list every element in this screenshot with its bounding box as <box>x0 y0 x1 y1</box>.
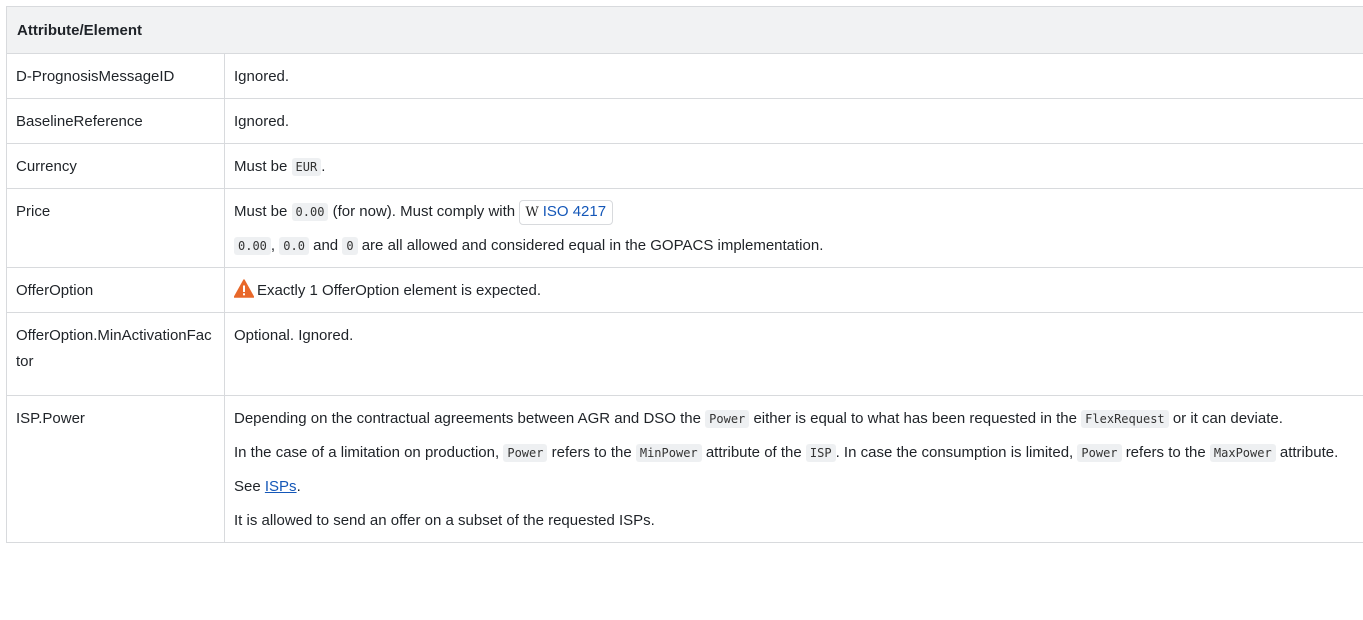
table-row: D-PrognosisMessageID Ignored. <box>6 53 1363 99</box>
code-value: FlexRequest <box>1081 410 1169 428</box>
attribute-name: OfferOption <box>6 267 225 313</box>
attribute-name: Currency <box>6 143 225 189</box>
table-row: Currency Must be EUR. <box>6 143 1363 189</box>
code-value: Power <box>503 444 548 462</box>
code-value: 0.0 <box>279 237 309 255</box>
attribute-name: D-PrognosisMessageID <box>6 53 225 99</box>
text-fragment: (for now). Must comply with <box>332 203 516 220</box>
text-fragment: either is equal to what has been request… <box>753 410 1077 427</box>
code-value: 0.00 <box>234 237 271 255</box>
text-fragment: Depending on the contractual agreements … <box>234 410 701 427</box>
code-value: MinPower <box>635 444 702 462</box>
warning-icon <box>234 279 254 298</box>
text-fragment: attribute. <box>1279 444 1339 461</box>
table-row: ISP.Power Depending on the contractual a… <box>6 395 1363 543</box>
wikipedia-link-text: ISO 4217 <box>542 203 607 220</box>
attribute-name: Price <box>6 188 225 268</box>
attribute-table: Attribute/Element D-PrognosisMessageID I… <box>5 6 1363 543</box>
text-fragment: . <box>296 478 301 495</box>
text-fragment: refers to the <box>1125 444 1206 461</box>
attribute-name: ISP.Power <box>6 395 225 543</box>
code-value: MaxPower <box>1209 444 1276 462</box>
text-fragment: refers to the <box>551 444 632 461</box>
attribute-description: Must be EUR. <box>223 143 1363 189</box>
attribute-description: Depending on the contractual agreements … <box>223 395 1363 543</box>
paragraph: In the case of a limitation on productio… <box>234 440 1355 466</box>
paragraph: It is allowed to send an offer on a subs… <box>234 512 655 529</box>
wikipedia-link[interactable]: W ISO 4217 <box>519 200 614 225</box>
table-row: BaselineReference Ignored. <box>6 98 1363 144</box>
text-fragment: . In case the consumption is limited, <box>835 444 1074 461</box>
wikipedia-icon: W <box>525 205 539 220</box>
attribute-name: BaselineReference <box>6 98 225 144</box>
table-row: Price Must be 0.00 (for now). Must compl… <box>6 188 1363 268</box>
text-fragment: Must be <box>234 203 288 220</box>
paragraph: Depending on the contractual agreements … <box>234 406 1355 432</box>
text-fragment: , <box>270 237 276 254</box>
attribute-description: Must be 0.00 (for now). Must comply with… <box>223 188 1363 268</box>
text-fragment: attribute of the <box>705 444 802 461</box>
text-fragment: are all allowed and considered equal in … <box>361 237 824 254</box>
code-value: Power <box>1077 444 1122 462</box>
table-row: OfferOption.MinActivationFactor Optional… <box>6 312 1363 396</box>
code-value: EUR <box>291 158 322 176</box>
text-fragment: and <box>313 237 339 254</box>
attribute-description: Optional. Ignored. <box>223 312 1363 396</box>
attribute-description: Ignored. <box>223 53 1363 99</box>
paragraph: Must be 0.00 (for now). Must comply with… <box>234 199 1355 225</box>
text-fragment: . <box>321 158 326 175</box>
code-value: 0 <box>342 237 358 255</box>
attribute-description: Ignored. <box>223 98 1363 144</box>
code-value: 0.00 <box>291 203 329 221</box>
text-fragment: In the case of a limitation on productio… <box>234 444 500 461</box>
attribute-name: OfferOption.MinActivationFactor <box>6 312 225 396</box>
table-header-row: Attribute/Element <box>5 6 1363 54</box>
column-header-attribute: Attribute/Element <box>5 6 1363 54</box>
code-value: Power <box>705 410 750 428</box>
table-row: OfferOption Exactly 1 OfferOption elemen… <box>6 267 1363 313</box>
text-fragment: Exactly 1 OfferOption element is expecte… <box>257 282 542 299</box>
isps-link[interactable]: ISPs <box>265 478 297 495</box>
text-fragment: or it can deviate. <box>1172 410 1283 427</box>
code-value: ISP <box>805 444 836 462</box>
text-fragment: See <box>234 478 261 495</box>
paragraph: See ISPs. <box>234 474 1355 500</box>
text-fragment: Must be <box>234 158 288 175</box>
attribute-description: Exactly 1 OfferOption element is expecte… <box>223 267 1363 313</box>
paragraph: 0.00, 0.0 and 0 are all allowed and cons… <box>234 233 1355 259</box>
